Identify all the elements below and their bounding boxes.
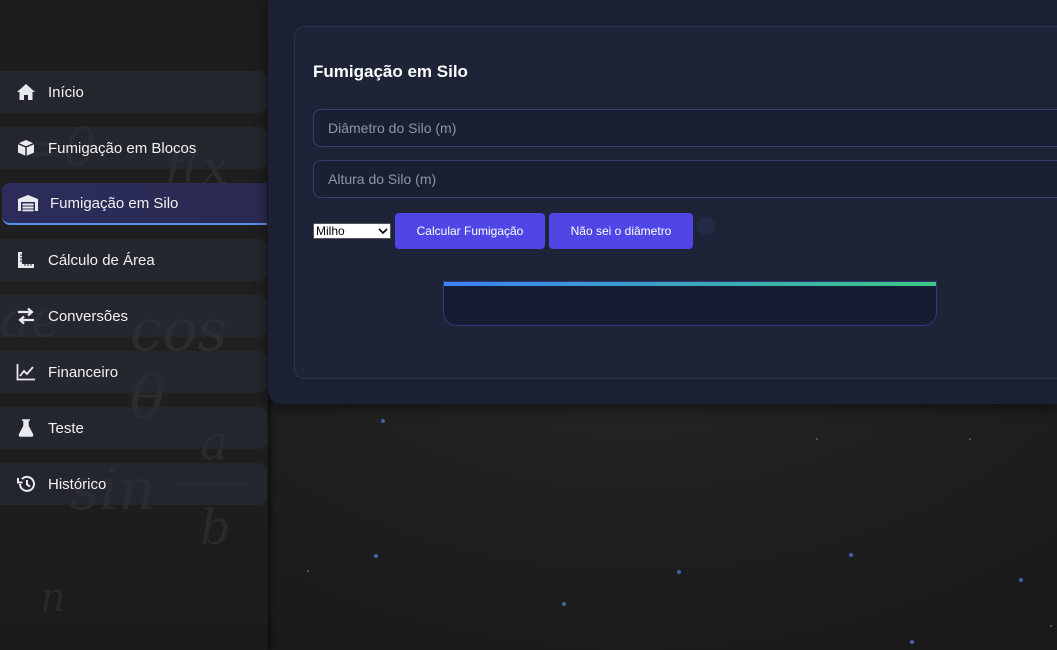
background-star [816, 438, 818, 440]
sidebar-item-label: Conversões [48, 307, 129, 325]
sidebar-item-label: Cálculo de Área [48, 251, 155, 269]
sidebar-item-label: Fumigação em Blocos [48, 139, 197, 157]
background-star [1019, 578, 1023, 582]
sidebar-item-financeiro[interactable]: Financeiro [0, 351, 267, 393]
sidebar-item-label: Financeiro [48, 363, 119, 381]
background-star [381, 419, 385, 423]
ruler-icon [15, 249, 37, 271]
chevron-down-icon [378, 224, 388, 238]
unknown-diameter-button[interactable]: Não sei o diâmetro [549, 213, 693, 249]
sidebar-item-inicio[interactable]: Início [0, 71, 267, 113]
arrows-exchange-icon [15, 305, 37, 327]
calculate-fumigation-button[interactable]: Calcular Fumigação [395, 213, 545, 249]
sidebar-item-label: Histórico [48, 475, 107, 493]
silo-height-input[interactable] [313, 160, 1057, 198]
math-background-decoration: n [40, 575, 66, 621]
background-star [307, 570, 309, 572]
sidebar-item-label: Teste [48, 419, 84, 437]
background-star [677, 570, 681, 574]
sidebar: f(x =0 cos θ ae sin a b n Início Fumigaç… [0, 0, 268, 650]
sidebar-item-fumigacao-silo[interactable]: Fumigação em Silo [2, 183, 267, 225]
sidebar-item-fumigacao-blocos[interactable]: Fumigação em Blocos [0, 127, 267, 169]
chart-line-icon [15, 361, 37, 383]
result-accent-bar [444, 282, 936, 286]
background-star [910, 640, 914, 644]
grain-type-select[interactable]: Milho [313, 223, 391, 239]
sidebar-item-label: Fumigação em Silo [50, 194, 179, 212]
background-star [849, 553, 853, 557]
sidebar-item-historico[interactable]: Histórico [0, 463, 267, 505]
background-star [969, 438, 971, 440]
sidebar-nav: Início Fumigação em Blocos Fumigação em … [0, 71, 267, 519]
cube-icon [15, 137, 37, 159]
home-icon [15, 81, 37, 103]
sidebar-item-calculo-area[interactable]: Cálculo de Área [0, 239, 267, 281]
sidebar-item-label: Início [48, 83, 84, 101]
background-star [562, 602, 566, 606]
silo-diameter-input[interactable] [313, 109, 1057, 147]
result-panel [443, 281, 937, 326]
sidebar-item-teste[interactable]: Teste [0, 407, 267, 449]
sidebar-item-conversoes[interactable]: Conversões [0, 295, 267, 337]
page-title: Fumigação em Silo [313, 62, 468, 81]
grain-type-selected-value: Milho [316, 224, 345, 238]
flask-icon [15, 417, 37, 439]
history-icon [15, 473, 37, 495]
background-star [374, 554, 378, 558]
warehouse-icon [17, 192, 39, 214]
background-star [1050, 625, 1052, 627]
help-dot-button[interactable] [697, 217, 715, 235]
